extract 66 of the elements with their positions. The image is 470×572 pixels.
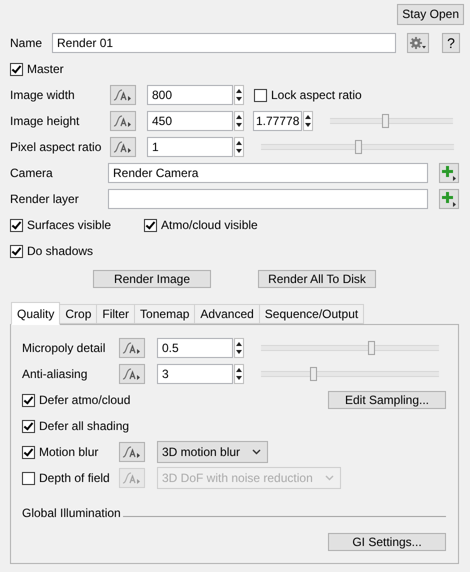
curve-icon [122,445,142,459]
number-field[interactable]: 1 [147,137,233,157]
number-field[interactable]: 800 [147,85,233,105]
tab[interactable]: Tonemap [134,304,196,324]
curve-icon [122,367,142,381]
animation-button[interactable] [119,364,145,384]
animation-button[interactable] [119,338,145,358]
text-field[interactable] [108,189,428,209]
add-button[interactable] [439,163,459,183]
option-checkbox[interactable]: Motion blur [22,445,119,459]
number-field[interactable]: 0.5 [157,338,233,358]
spinner-button[interactable] [234,137,244,157]
name-field[interactable]: Render 01 [52,33,396,53]
curve-icon [122,471,142,485]
tab[interactable]: Quality [11,302,60,325]
dropdown[interactable]: 3D motion blur [157,441,268,463]
field-label: Pixel aspect ratio [10,140,102,154]
animation-button[interactable] [110,111,136,131]
spinner-button[interactable] [234,364,244,384]
render-button[interactable]: Render All To Disk [258,270,376,288]
render-button[interactable]: Render Image [93,270,211,288]
field-label: Image width [10,88,76,102]
curve-icon [113,88,133,102]
stay-open-button[interactable]: Stay Open [397,4,464,24]
shadows-checkbox[interactable]: Do shadows [10,244,94,258]
tab[interactable]: Filter [96,304,136,324]
name-label: Name [10,36,44,50]
field-label: Anti-aliasing [22,367,88,381]
animation-button[interactable] [110,137,136,157]
gi-settings-button[interactable]: GI Settings... [328,533,446,551]
section-title: Global Illumination [22,506,121,520]
settings-button[interactable] [407,33,429,53]
spinner-button[interactable] [234,85,244,105]
caret-icon [324,475,334,481]
spinner-button[interactable] [234,338,244,358]
text-field[interactable]: Render Camera [108,163,428,183]
animation-button[interactable] [110,85,136,105]
animation-button[interactable] [119,442,145,462]
curve-icon [113,114,133,128]
field-label: Micropoly detail [22,341,106,355]
spinner-button[interactable] [234,111,244,131]
plus-icon [441,165,457,181]
master-checkbox[interactable]: Master [10,62,64,76]
plus-icon [441,191,457,207]
ratio-field[interactable]: 1.77778 [253,111,302,131]
curve-icon [122,341,142,355]
visibility-checkbox[interactable]: Atmo/cloud visible [144,218,258,232]
lock-aspect-checkbox[interactable]: Lock aspect ratio [254,88,362,102]
caret-icon [252,449,262,455]
number-field[interactable]: 450 [147,111,233,131]
curve-icon [113,140,133,154]
number-field[interactable]: 3 [157,364,233,384]
field-label: Render layer [10,192,80,206]
edit-sampling-button[interactable]: Edit Sampling... [328,391,446,409]
tab[interactable]: Crop [59,304,98,324]
visibility-checkbox[interactable]: Surfaces visible [10,218,144,232]
spinner-button[interactable] [303,111,313,131]
add-button[interactable] [439,189,459,209]
field-label: Image height [10,114,80,128]
help-button[interactable]: ? [442,33,460,53]
option-checkbox[interactable]: Defer all shading [22,419,130,433]
tab[interactable]: Sequence/Output [258,304,364,324]
settings-icon [409,36,427,50]
option-checkbox[interactable]: Defer atmo/cloud [22,393,130,407]
field-label: Camera [10,166,54,180]
tab[interactable]: Advanced [194,304,260,324]
